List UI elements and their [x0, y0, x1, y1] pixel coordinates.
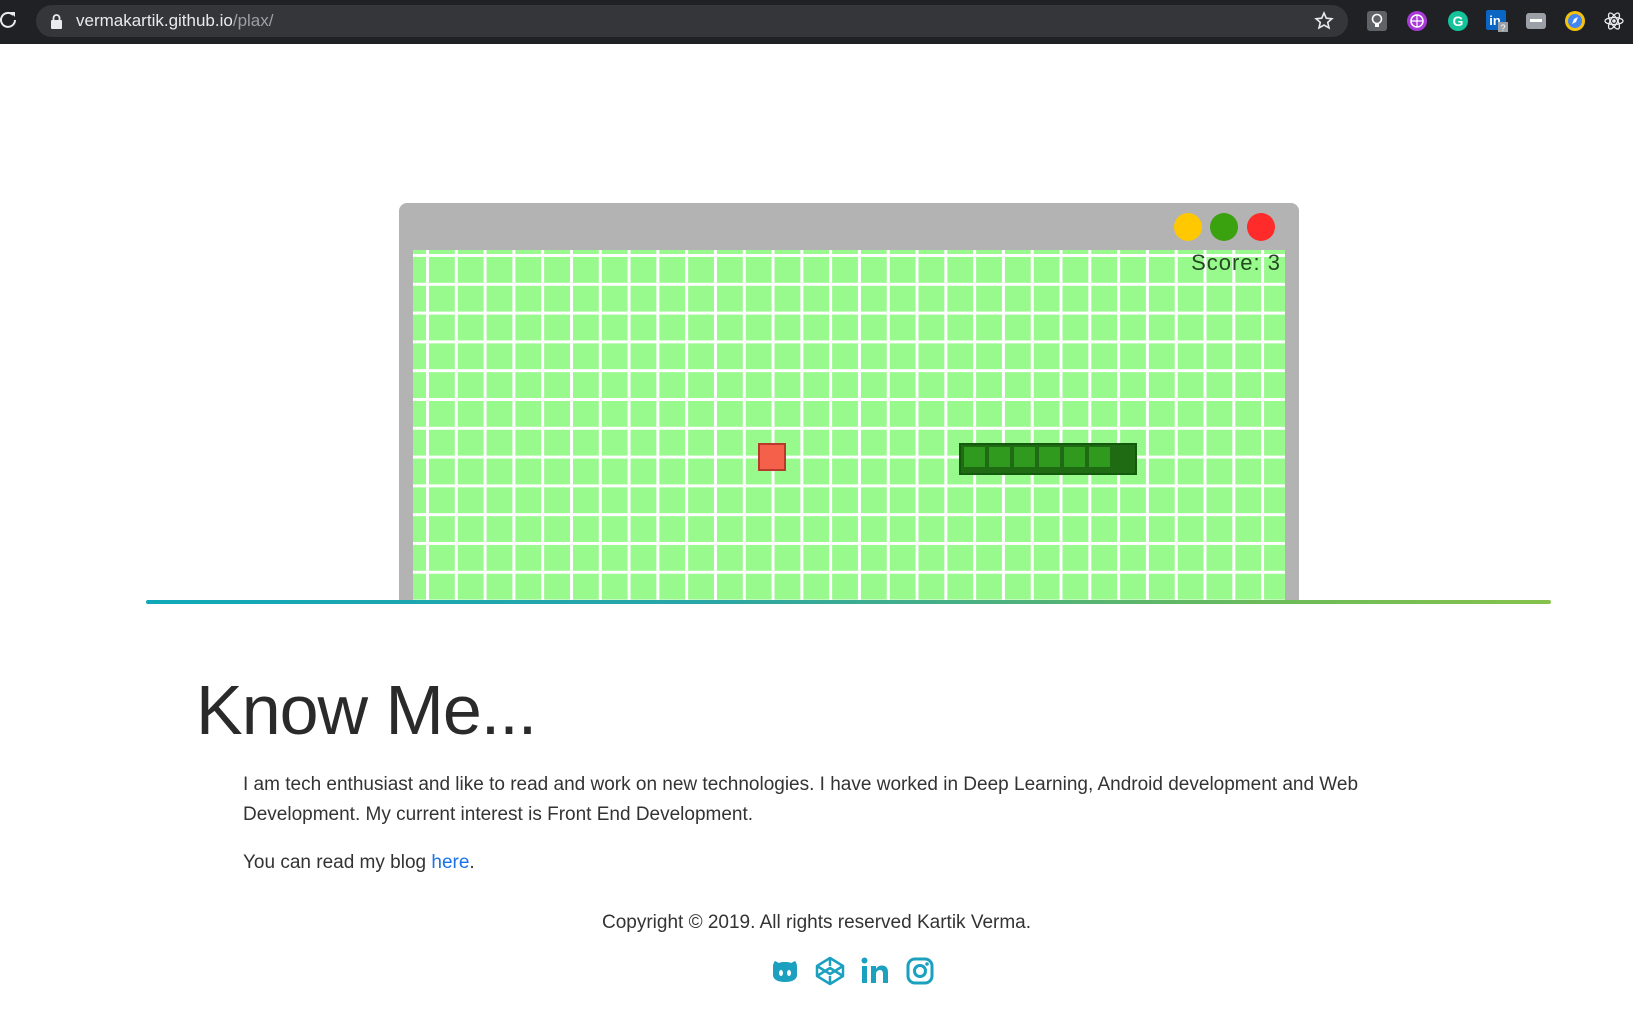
- bookmark-star-icon[interactable]: [1314, 11, 1334, 31]
- snake-segment: [989, 447, 1010, 467]
- section-divider: [146, 600, 1551, 604]
- snake-segment: [964, 447, 985, 467]
- game-board[interactable]: Score: 3: [413, 250, 1285, 600]
- blog-line: You can read my blog here.: [243, 852, 475, 874]
- linkedin-extension-icon[interactable]: in?: [1486, 10, 1508, 32]
- snake-segment: [1064, 447, 1085, 467]
- github-icon[interactable]: [769, 955, 801, 987]
- url-text[interactable]: vermakartik.github.io/plax/: [76, 11, 273, 31]
- svg-text:G: G: [1453, 13, 1464, 29]
- about-paragraph: I am tech enthusiast and like to read an…: [243, 774, 1359, 825]
- reload-icon[interactable]: [0, 10, 18, 30]
- react-devtools-icon[interactable]: [1603, 10, 1625, 32]
- url-host: vermakartik.github.io: [76, 11, 233, 30]
- instagram-icon[interactable]: [904, 955, 936, 987]
- about-heading: Know Me...: [196, 671, 537, 749]
- svg-text:?: ?: [1500, 23, 1505, 32]
- address-bar[interactable]: vermakartik.github.io/plax/: [36, 5, 1348, 37]
- snake-segment: [1039, 447, 1060, 467]
- close-button[interactable]: [1247, 213, 1275, 241]
- snake-game-window: Score: 3: [399, 203, 1299, 600]
- snake-segment: [1014, 447, 1035, 467]
- blog-link[interactable]: here: [431, 852, 469, 873]
- score-display: Score: 3: [1191, 250, 1281, 275]
- linkedin-icon[interactable]: [859, 955, 891, 987]
- grammarly-icon[interactable]: G: [1447, 10, 1469, 32]
- extension-compass-icon[interactable]: [1564, 10, 1586, 32]
- lock-icon: [51, 14, 62, 29]
- snake-segment: [1089, 447, 1110, 467]
- blog-prefix: You can read my blog: [243, 852, 432, 873]
- minimize-button[interactable]: [1174, 213, 1202, 241]
- browser-toolbar: vermakartik.github.io/plax/ G in?: [0, 0, 1633, 44]
- snake: [959, 443, 1137, 475]
- social-links: [769, 955, 936, 987]
- extension-lightbulb-icon[interactable]: [1366, 10, 1388, 32]
- codepen-icon[interactable]: [814, 955, 846, 987]
- extension-globe-icon[interactable]: [1406, 10, 1428, 32]
- copyright-text: Copyright © 2019. All rights reserved Ka…: [601, 912, 1032, 933]
- url-path: /plax/: [232, 11, 274, 30]
- food-block: [758, 443, 786, 471]
- maximize-button[interactable]: [1210, 213, 1238, 241]
- extension-chat-icon[interactable]: [1525, 10, 1547, 32]
- blog-suffix: .: [469, 852, 475, 873]
